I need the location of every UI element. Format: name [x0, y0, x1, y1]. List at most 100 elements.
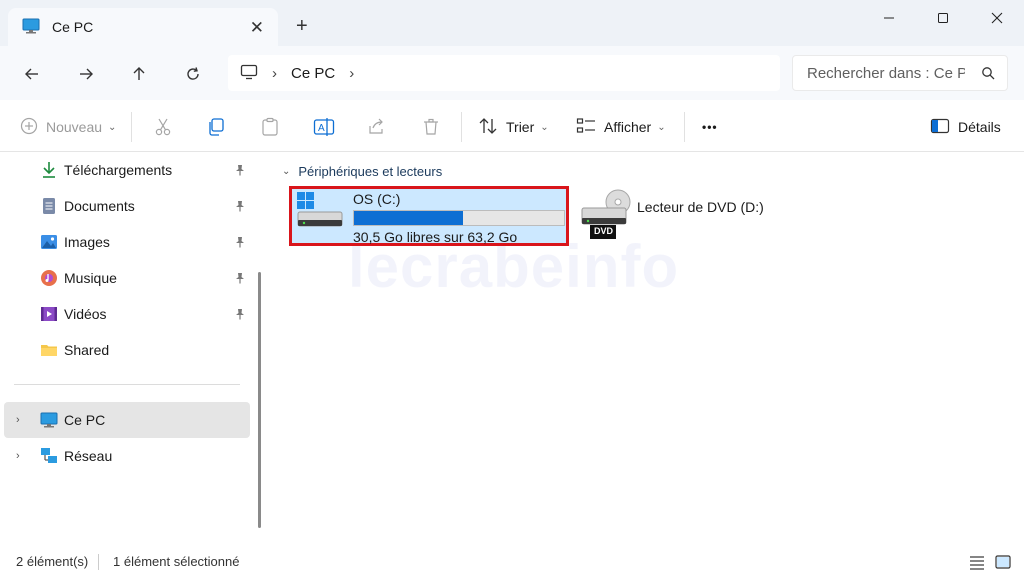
expand-chevron-icon[interactable]: › [16, 450, 20, 462]
computer-icon [240, 64, 258, 83]
sidebar-item-videos[interactable]: Vidéos [4, 296, 250, 332]
folder-icon [40, 341, 58, 359]
sidebar-item-shared[interactable]: Shared [4, 332, 250, 368]
expand-chevron-icon[interactable]: › [16, 414, 20, 426]
navigation-pane: Téléchargements Documents Images Musique… [0, 152, 265, 548]
paste-icon[interactable] [260, 114, 280, 140]
drive-usage-bar [353, 210, 565, 226]
dvd-drive-icon [580, 188, 632, 245]
details-pane-icon [930, 118, 950, 137]
monitor-icon [40, 411, 58, 429]
sidebar-item-label: Ce PC [64, 412, 106, 428]
pin-icon[interactable] [234, 271, 246, 287]
selection-count: 1 élément sélectionné [113, 554, 240, 569]
details-view-icon[interactable] [968, 553, 986, 571]
sidebar-item-label: Musique [64, 270, 117, 286]
navigation-bar: › Ce PC › Rechercher dans : Ce PC [0, 46, 1024, 100]
search-placeholder: Rechercher dans : Ce PC [807, 64, 965, 82]
sidebar-item-label: Vidéos [64, 306, 107, 322]
address-bar[interactable]: › Ce PC › [228, 55, 780, 91]
sidebar-item-label: Images [64, 234, 110, 250]
tab-ce-pc[interactable]: Ce PC ✕ [8, 8, 278, 46]
pin-icon[interactable] [234, 307, 246, 323]
sort-button[interactable]: Trier ⌄ [478, 114, 549, 140]
network-icon [40, 447, 58, 465]
sidebar-item-label: Téléchargements [64, 162, 173, 178]
drive-c-item[interactable]: OS (C:) 30,5 Go libres sur 63,2 Go [289, 186, 569, 246]
plus-circle-icon [20, 117, 38, 138]
content-pane: lecrabeinfo ⌄ Périphériques et lecteurs … [268, 152, 1024, 548]
document-icon [40, 197, 58, 215]
search-icon [981, 66, 995, 84]
breadcrumb-ce-pc[interactable]: Ce PC [291, 65, 335, 82]
chevron-down-icon: ⌄ [657, 121, 666, 133]
breadcrumb-chevron-icon[interactable]: › [349, 65, 354, 82]
chevron-down-icon: ⌄ [282, 166, 291, 177]
group-header-label: Périphériques et lecteurs [298, 164, 443, 179]
close-window-icon[interactable] [982, 8, 1012, 28]
chevron-down-icon: ⌄ [540, 121, 549, 133]
sidebar-item-downloads[interactable]: Téléchargements [4, 152, 250, 188]
sidebar-item-documents[interactable]: Documents [4, 188, 250, 224]
chevron-down-icon: ⌄ [108, 121, 117, 133]
cut-icon[interactable] [153, 114, 173, 140]
tab-title: Ce PC [52, 19, 94, 35]
pin-icon[interactable] [234, 235, 246, 251]
monitor-icon [22, 18, 40, 37]
more-options-button[interactable]: ••• [702, 114, 718, 140]
title-bar: Ce PC ✕ + [0, 0, 1024, 46]
new-tab-button[interactable]: + [296, 16, 308, 36]
view-list-icon [576, 117, 596, 138]
toolbar-divider [684, 112, 685, 142]
group-header[interactable]: ⌄ Périphériques et lecteurs [282, 164, 442, 179]
new-label: Nouveau [46, 119, 103, 135]
sidebar-item-label: Documents [64, 198, 135, 214]
sidebar-item-this-pc[interactable]: › Ce PC [4, 402, 250, 438]
share-icon[interactable] [367, 114, 387, 140]
sidebar-scrollbar[interactable] [258, 272, 261, 528]
view-label: Afficher [604, 119, 652, 135]
maximize-icon[interactable] [928, 8, 958, 28]
drive-free-space: 30,5 Go libres sur 63,2 Go [353, 229, 518, 245]
drive-usage-fill [354, 211, 463, 225]
download-icon [40, 161, 58, 179]
toolbar-divider [131, 112, 132, 142]
search-input[interactable]: Rechercher dans : Ce PC [792, 55, 1008, 91]
tiles-view-icon[interactable] [994, 553, 1012, 571]
status-divider [98, 554, 99, 570]
details-button[interactable]: Détails [930, 114, 1001, 140]
refresh-icon[interactable] [181, 62, 205, 86]
command-bar: Nouveau ⌄ A Trier ⌄ Afficher ⌄ ••• Détai… [0, 100, 1024, 152]
close-tab-icon[interactable]: ✕ [250, 18, 264, 38]
breadcrumb-chevron-icon[interactable]: › [272, 65, 277, 82]
sidebar-divider [14, 384, 240, 385]
pin-icon[interactable] [234, 199, 246, 215]
status-bar: 2 élément(s) 1 élément sélectionné [0, 548, 1024, 576]
sort-icon [478, 117, 498, 138]
sidebar-item-label: Réseau [64, 448, 113, 464]
sidebar-item-music[interactable]: Musique [4, 260, 250, 296]
sidebar-item-network[interactable]: › Réseau [4, 438, 250, 474]
rename-icon[interactable]: A [313, 114, 335, 140]
drive-name: OS (C:) [353, 191, 401, 207]
copy-icon[interactable] [206, 114, 226, 140]
details-label: Détails [958, 119, 1001, 135]
back-arrow-icon[interactable] [20, 62, 44, 86]
new-button[interactable]: Nouveau ⌄ [20, 114, 116, 140]
minimize-icon[interactable] [874, 8, 904, 28]
forward-arrow-icon[interactable] [74, 62, 98, 86]
up-arrow-icon[interactable] [127, 62, 151, 86]
picture-icon [40, 233, 58, 251]
video-icon [40, 305, 58, 323]
pin-icon[interactable] [234, 163, 246, 179]
sidebar-item-label: Shared [64, 342, 110, 358]
item-count: 2 élément(s) [16, 554, 89, 569]
view-button[interactable]: Afficher ⌄ [576, 114, 666, 140]
drive-name: Lecteur de DVD (D:) [637, 199, 764, 215]
drive-d-item[interactable]: DVD Lecteur de DVD (D:) [578, 186, 778, 246]
windows-drive-icon [296, 192, 344, 235]
sort-label: Trier [506, 119, 535, 135]
sidebar-item-images[interactable]: Images [4, 224, 250, 260]
svg-text:A: A [318, 123, 325, 134]
delete-icon[interactable] [421, 114, 441, 140]
